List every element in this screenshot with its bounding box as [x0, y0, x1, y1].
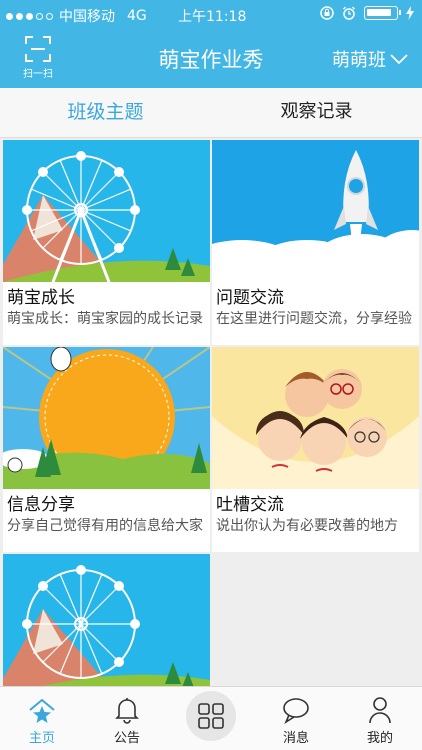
- ferris-wheel-image: [3, 554, 210, 686]
- tab-notice[interactable]: 公告: [97, 693, 157, 746]
- topic-description: 在这里进行问题交流，分享经验: [216, 311, 412, 327]
- alarm-icon: [342, 6, 356, 20]
- battery-icon: [364, 6, 401, 20]
- tab-mine[interactable]: 我的: [350, 693, 410, 746]
- navigation-bar: 扫一扫 萌宝作业秀 萌萌班: [0, 30, 422, 88]
- topic-card-info-share[interactable]: 信息分享 分享自己觉得有用的信息给大家: [3, 347, 210, 552]
- topic-title: 吐槽交流: [216, 495, 284, 515]
- charging-icon: [406, 6, 414, 20]
- ferris-wheel-image: [3, 140, 210, 282]
- lock-rotation-icon: [320, 6, 334, 20]
- tab-class-topics[interactable]: 班级主题: [0, 88, 211, 137]
- chevron-down-icon: [390, 54, 408, 65]
- topic-description: 说出你认为有必要改善的地方: [216, 518, 398, 534]
- topic-card-feedback[interactable]: 吐槽交流 说出你认为有必要改善的地方: [212, 347, 419, 552]
- status-time: 上午11:18: [178, 9, 247, 25]
- class-name: 萌萌班: [332, 50, 386, 71]
- tab-messages-label: 消息: [282, 731, 309, 746]
- topic-description: 萌宝成长：萌宝家园的成长记录: [7, 311, 203, 327]
- network-label: 4G: [127, 8, 147, 24]
- segment-tabs: 班级主题 观察记录: [0, 88, 422, 138]
- family-image: [212, 347, 419, 489]
- tab-messages[interactable]: 消息: [266, 693, 326, 746]
- topic-title: 萌宝成长: [7, 288, 75, 308]
- topic-grid: 萌宝成长 萌宝成长：萌宝家园的成长记录 问题交流 在这里进行问题交流，分享经验: [0, 138, 422, 686]
- grid-icon: [198, 703, 224, 729]
- topic-title: 信息分享: [7, 495, 75, 515]
- carrier-label: 中国移动: [59, 9, 115, 25]
- tab-home-label: 主页: [28, 731, 55, 746]
- topic-card-questions[interactable]: 问题交流 在这里进行问题交流，分享经验: [212, 140, 419, 345]
- bell-icon: [97, 693, 157, 727]
- signal-dots-icon: [6, 12, 53, 20]
- topic-description: 分享自己觉得有用的信息给大家: [7, 518, 203, 534]
- topic-card-growth[interactable]: 萌宝成长 萌宝成长：萌宝家园的成长记录: [3, 140, 210, 345]
- topic-title: 问题交流: [216, 288, 284, 308]
- tab-notice-label: 公告: [113, 731, 140, 746]
- center-menu-button[interactable]: [186, 691, 236, 741]
- topic-card-extra[interactable]: [3, 554, 210, 686]
- home-star-icon: [12, 693, 72, 727]
- chat-bubble-icon: [266, 693, 326, 727]
- status-bar: 中国移动 4G 上午11:18: [0, 0, 422, 30]
- sun-image: [3, 347, 210, 489]
- person-icon: [350, 693, 410, 727]
- rocket-image: [212, 140, 419, 282]
- class-selector[interactable]: 萌萌班: [332, 46, 408, 72]
- tab-home[interactable]: 主页: [12, 693, 72, 746]
- tab-observation-records[interactable]: 观察记录: [211, 88, 422, 137]
- tab-mine-label: 我的: [366, 731, 393, 746]
